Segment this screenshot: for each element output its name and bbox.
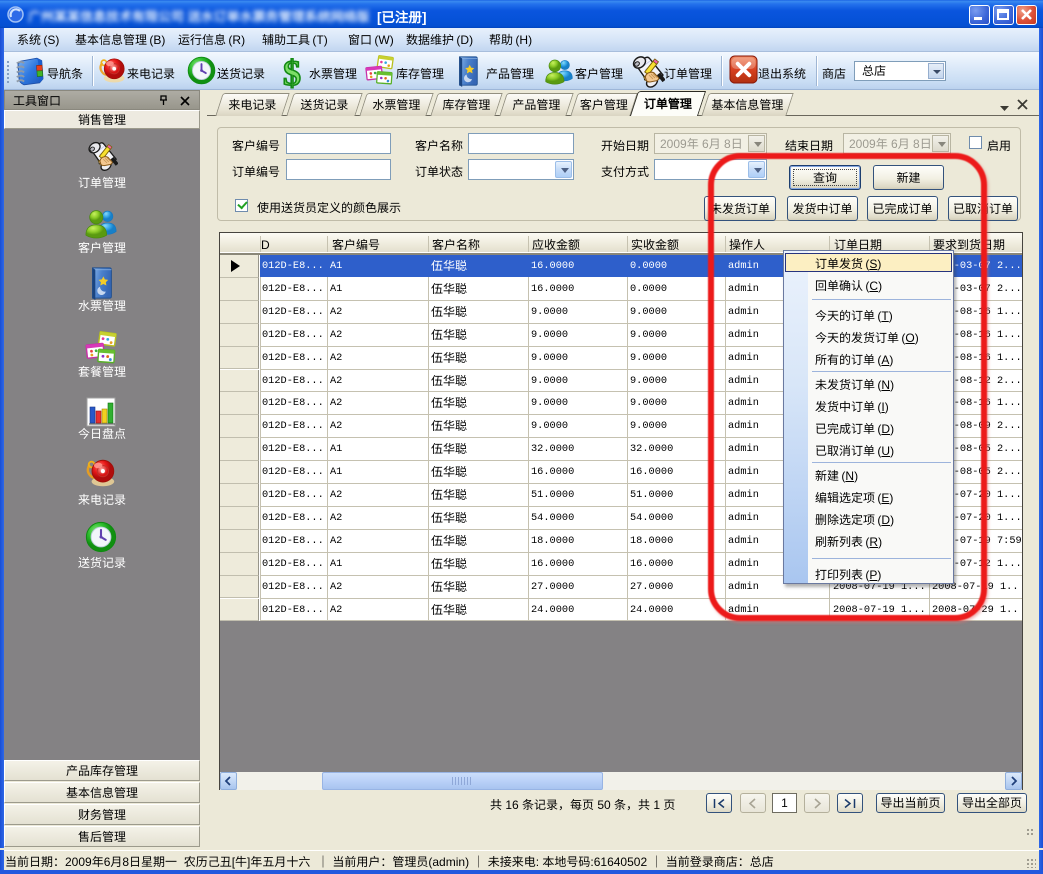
svg-text:$: $ <box>283 55 301 91</box>
